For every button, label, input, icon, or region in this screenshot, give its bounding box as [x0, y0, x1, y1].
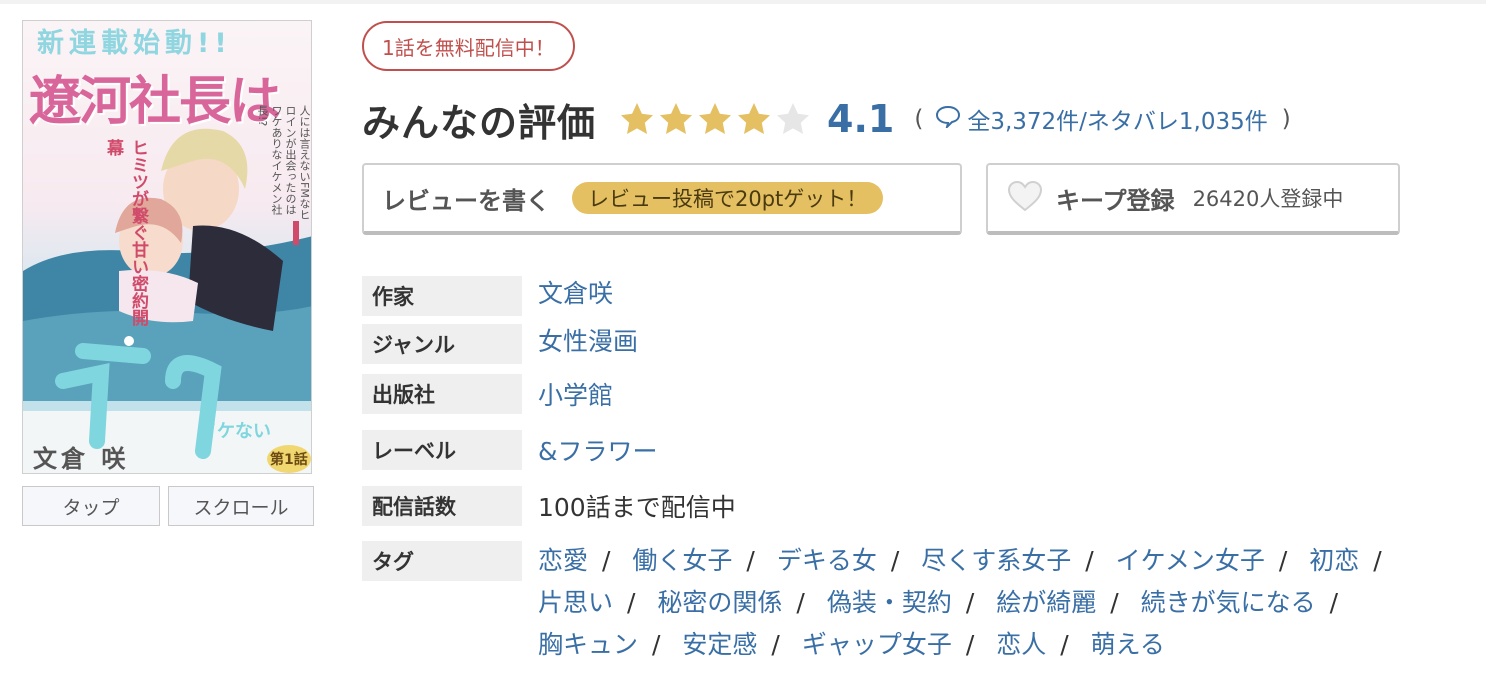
- top-divider: [0, 0, 1486, 4]
- info-label-genre: ジャンル: [362, 324, 522, 364]
- author-link[interactable]: 文倉咲: [538, 274, 613, 310]
- info-label-episodes: 配信話数: [362, 486, 522, 526]
- tag-link[interactable]: 胸キュン: [538, 630, 638, 659]
- info-label-tags: タグ: [362, 541, 522, 581]
- rating-stars: [618, 101, 813, 137]
- scroll-button[interactable]: スクロール: [168, 486, 314, 526]
- keep-register-button[interactable]: キープ登録 26420人登録中: [986, 163, 1400, 235]
- tag-link[interactable]: デキる女: [777, 546, 877, 575]
- cover-tagline-left: ヒミツが繋ぐ甘い密約開幕: [103, 139, 148, 326]
- keep-register-label: キープ登録: [1056, 186, 1175, 215]
- info-label-author: 作家: [362, 276, 522, 316]
- info-row-genre: ジャンル 女性漫画: [362, 324, 638, 364]
- counts-open-paren: (: [914, 106, 924, 132]
- comment-bubble-icon: [935, 104, 961, 134]
- tag-link[interactable]: 偽装・契約: [827, 588, 952, 617]
- tag-link[interactable]: 初恋: [1309, 546, 1359, 575]
- tag-link[interactable]: 絵が綺麗: [996, 588, 1096, 617]
- counts-close-paren: ): [1281, 106, 1291, 132]
- cover-title-top: 新連載始動!!: [37, 28, 232, 59]
- write-review-label: レビューを書く: [382, 186, 550, 215]
- cover-image[interactable]: 新連載始動!! 遼河社長は ヒミツが繋ぐ甘い密約開幕 人には言えないFMなヒロイ…: [22, 20, 312, 474]
- star-filled-icon: [738, 103, 771, 134]
- cover-tagline-right: 人には言えないFMなヒロインが出会ったのはワケありなイケメン社長!?: [256, 105, 311, 220]
- review-count-link[interactable]: ( 全3,372件/ネタバレ1,035件 ): [914, 102, 1291, 136]
- info-row-author: 作家 文倉咲: [362, 276, 613, 316]
- free-episode-badge: 1話を無料配信中！: [362, 21, 575, 71]
- tag-link[interactable]: 片思い: [538, 588, 613, 617]
- info-label-publisher: 出版社: [362, 374, 522, 414]
- cover-title-main: 遼河社長は: [29, 72, 281, 132]
- episodes-value: 100話まで配信中: [538, 493, 736, 522]
- rating-row: みんなの評価 4.1 ( 全3,372件/ネタバレ1,035件 ): [362, 92, 1291, 146]
- publisher-link[interactable]: 小学館: [538, 376, 613, 412]
- info-row-label: レーベル &フラワー: [362, 430, 658, 470]
- cover-title-sub: イケない: [199, 421, 271, 442]
- label-link[interactable]: &フラワー: [538, 432, 658, 468]
- genre-link[interactable]: 女性漫画: [538, 322, 638, 358]
- tag-list: 恋愛 / 働く女子 / デキる女 / 尽くす系女子 / イケメン女子 / 初恋 / 片思い /…: [538, 546, 1382, 659]
- review-counts: 全3,372件/ネタバレ1,035件: [967, 109, 1268, 135]
- rating-title: みんなの評価: [362, 100, 597, 145]
- tag-link[interactable]: 恋愛: [538, 546, 588, 575]
- star-empty-icon: [777, 103, 810, 134]
- info-row-tags: タグ: [362, 541, 522, 581]
- info-label-label: レーベル: [362, 430, 522, 470]
- cover-author: 文倉 咲: [33, 445, 130, 473]
- tag-link[interactable]: 安定感: [682, 630, 757, 659]
- tag-link[interactable]: 恋人: [996, 630, 1046, 659]
- tag-link[interactable]: 秘密の関係: [657, 588, 782, 617]
- info-row-publisher: 出版社 小学館: [362, 374, 613, 414]
- heart-icon: [1006, 179, 1044, 217]
- cover-episode-badge: 第1話: [267, 445, 311, 473]
- rating-score: 4.1: [827, 97, 895, 141]
- star-filled-icon: [621, 103, 654, 134]
- star-filled-icon: [660, 103, 693, 134]
- star-filled-icon: [699, 103, 732, 134]
- tag-link[interactable]: 続きが気になる: [1141, 588, 1316, 617]
- tag-link[interactable]: 萌える: [1091, 630, 1165, 659]
- review-points-badge: レビュー投稿で20ptゲット！: [572, 182, 884, 214]
- tag-link[interactable]: ギャップ女子: [802, 630, 952, 659]
- tag-link[interactable]: イケメン女子: [1116, 546, 1265, 575]
- keep-count: 26420人登録中: [1192, 187, 1344, 211]
- write-review-button[interactable]: レビューを書く レビュー投稿で20ptゲット！: [362, 163, 962, 235]
- tap-button[interactable]: タップ: [22, 486, 160, 526]
- tag-link[interactable]: 尽くす系女子: [921, 546, 1071, 575]
- tag-link[interactable]: 働く女子: [632, 546, 732, 575]
- info-row-episodes: 配信話数 100話まで配信中: [362, 486, 736, 526]
